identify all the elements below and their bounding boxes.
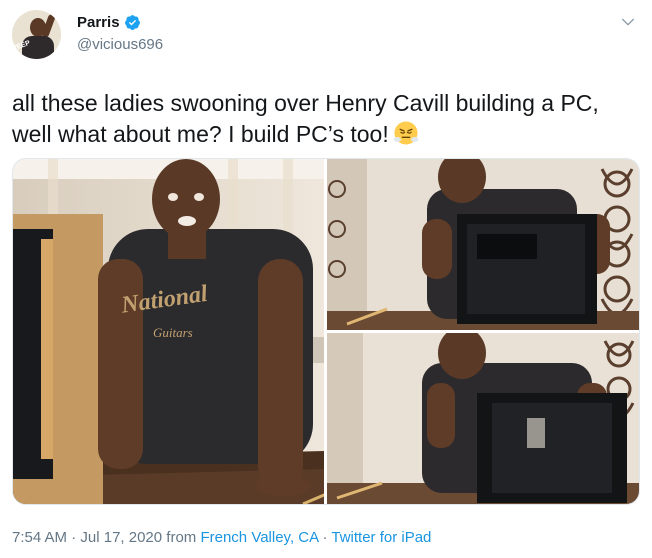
- chevron-down-icon[interactable]: [620, 14, 636, 30]
- photo-man-leaning-on-table[interactable]: National Guitars: [13, 159, 324, 504]
- media-grid: National Guitars: [12, 158, 640, 505]
- tweet-date[interactable]: Jul 17, 2020: [80, 529, 162, 546]
- tweet-meta: 7:54 AM · Jul 17, 2020 from French Valle…: [12, 529, 431, 546]
- verified-badge-icon: [124, 15, 140, 30]
- author-name-row[interactable]: Parris: [77, 14, 141, 31]
- shirt-print-small-text: Guitars: [153, 325, 193, 340]
- meta-separator: ·: [67, 529, 81, 546]
- source-link[interactable]: Twitter for iPad: [331, 529, 431, 546]
- face-with-steam-emoji: [393, 121, 419, 145]
- tweet-body: all these ladies swooning over Henry Cav…: [12, 90, 599, 147]
- meta-separator: ·: [318, 529, 332, 546]
- location-link[interactable]: French Valley, CA: [200, 529, 318, 546]
- photo-man-holding-pc-case-bottom[interactable]: [327, 333, 639, 504]
- author-handle[interactable]: @vicious696: [77, 36, 163, 53]
- tweet-text: all these ladies swooning over Henry Cav…: [12, 88, 637, 150]
- tweet-time[interactable]: 7:54 AM: [12, 529, 67, 546]
- avatar[interactable]: WEEP: [12, 10, 61, 59]
- meta-from: from: [162, 529, 201, 546]
- display-name[interactable]: Parris: [77, 14, 120, 31]
- photo-man-holding-pc-case-top[interactable]: [327, 159, 639, 330]
